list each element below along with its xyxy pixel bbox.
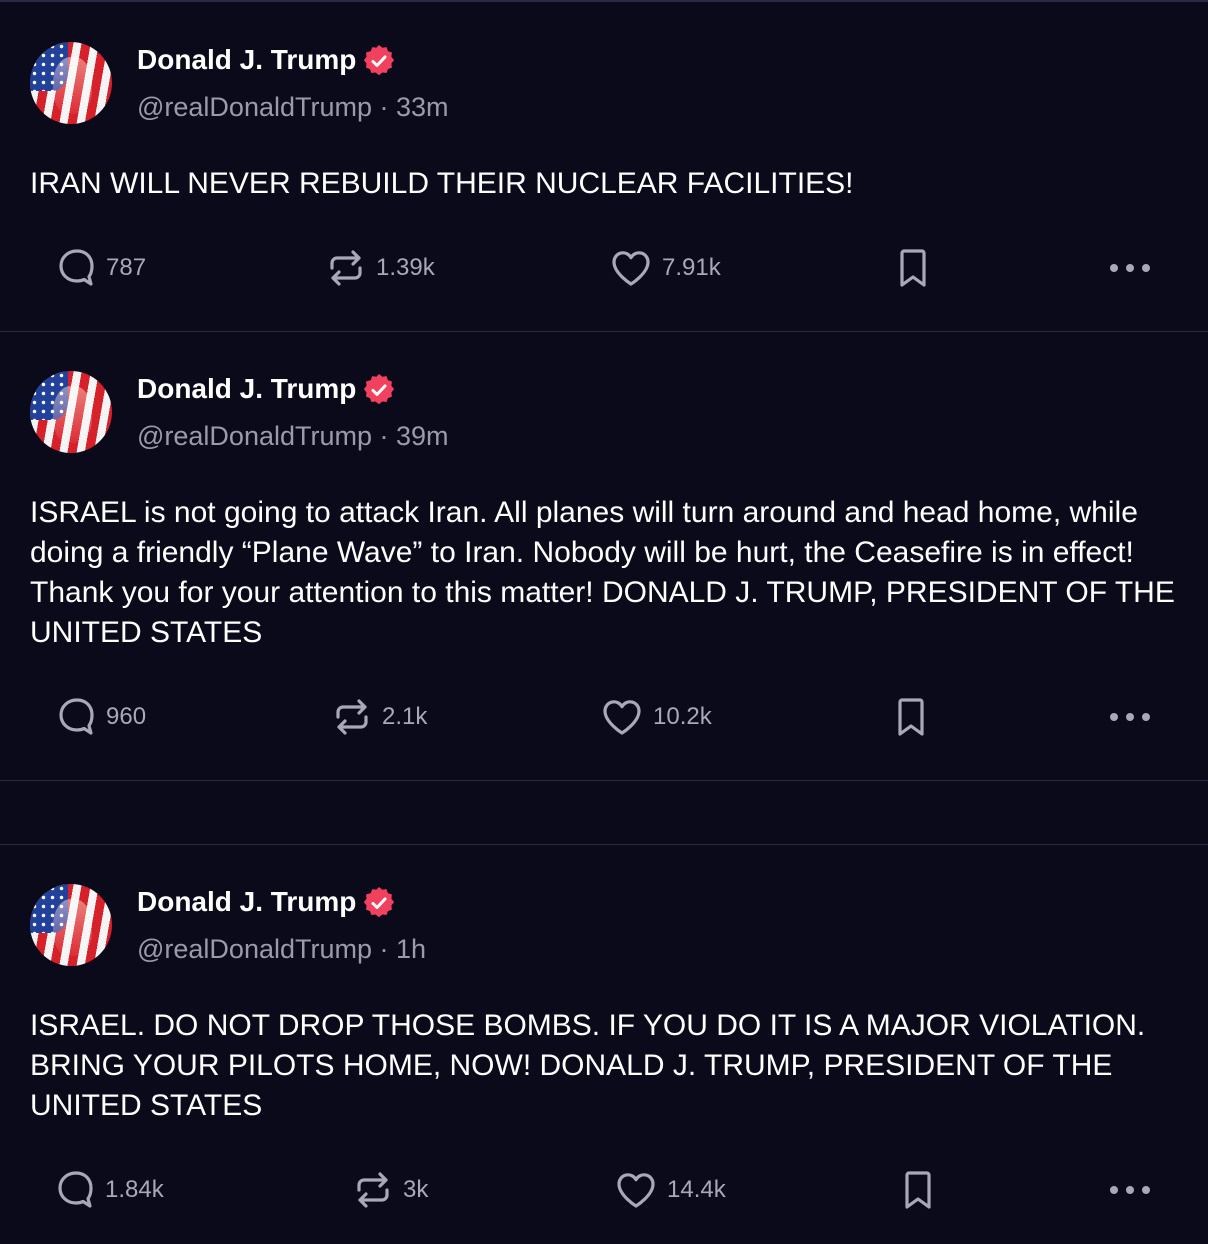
handle-and-time: @realDonaldTrump · 39m: [137, 421, 449, 451]
repost-icon: [357, 1172, 389, 1208]
author-name[interactable]: Donald J. Trump: [137, 44, 356, 76]
post[interactable]: Donald J. Trump @realDonaldTrump · 33m I…: [0, 0, 1208, 332]
post-text: ISRAEL is not going to attack Iran. All …: [30, 496, 1175, 649]
reply-button[interactable]: 787: [58, 248, 146, 288]
reply-count: 787: [106, 254, 147, 281]
verified-badge-icon: [363, 887, 395, 918]
handle-and-time: @realDonaldTrump · 1h: [137, 934, 427, 964]
reply-count: 960: [106, 703, 147, 730]
reply-count: 1.84k: [105, 1176, 164, 1203]
more-button[interactable]: [1110, 712, 1150, 722]
handle-and-time: @realDonaldTrump · 33m: [137, 92, 449, 122]
post-divider: [0, 780, 1208, 781]
repost-count: 1.39k: [376, 254, 435, 281]
like-count: 14.4k: [667, 1176, 726, 1203]
post-text: ISRAEL. DO NOT DROP THOSE BOMBS. IF YOU …: [30, 1009, 1146, 1122]
repost-button[interactable]: 1.39k: [326, 248, 435, 288]
post-text: IRAN WILL NEVER REBUILD THEIR NUCLEAR FA…: [30, 167, 854, 200]
heart-icon: [617, 1173, 655, 1208]
like-count: 10.2k: [653, 703, 712, 730]
reply-icon: [59, 698, 94, 735]
bookmark-button[interactable]: [896, 248, 930, 288]
avatar[interactable]: [30, 371, 112, 453]
bookmark-button[interactable]: [894, 697, 928, 737]
more-button[interactable]: [1110, 1185, 1150, 1195]
repost-button[interactable]: 3k: [353, 1170, 428, 1210]
bookmark-button[interactable]: [901, 1170, 935, 1210]
heart-icon: [603, 700, 641, 735]
author-name[interactable]: Donald J. Trump: [137, 886, 356, 918]
post[interactable]: Donald J. Trump @realDonaldTrump · 39m I…: [0, 332, 1208, 781]
reply-icon: [58, 1171, 93, 1208]
like-count: 7.91k: [662, 254, 721, 281]
verified-badge-icon: [363, 45, 395, 76]
like-button[interactable]: 14.4k: [615, 1170, 726, 1210]
repost-count: 3k: [403, 1176, 429, 1203]
reply-button[interactable]: 960: [58, 697, 146, 737]
bookmark-icon: [900, 249, 926, 287]
more-button[interactable]: [1110, 263, 1150, 273]
reply-button[interactable]: 1.84k: [57, 1170, 164, 1210]
repost-icon: [330, 250, 362, 286]
like-button[interactable]: 10.2k: [601, 697, 712, 737]
bookmark-icon: [898, 698, 924, 736]
like-button[interactable]: 7.91k: [610, 248, 721, 288]
post[interactable]: Donald J. Trump @realDonaldTrump · 1h IS…: [0, 845, 1208, 1244]
repost-icon: [336, 699, 368, 735]
avatar[interactable]: [30, 884, 112, 966]
bookmark-icon: [905, 1171, 931, 1209]
heart-icon: [612, 251, 650, 286]
reply-icon: [59, 249, 94, 286]
repost-button[interactable]: 2.1k: [332, 697, 427, 737]
author-name[interactable]: Donald J. Trump: [137, 373, 356, 405]
repost-count: 2.1k: [382, 703, 428, 730]
verified-badge-icon: [363, 374, 395, 405]
avatar[interactable]: [30, 42, 112, 124]
